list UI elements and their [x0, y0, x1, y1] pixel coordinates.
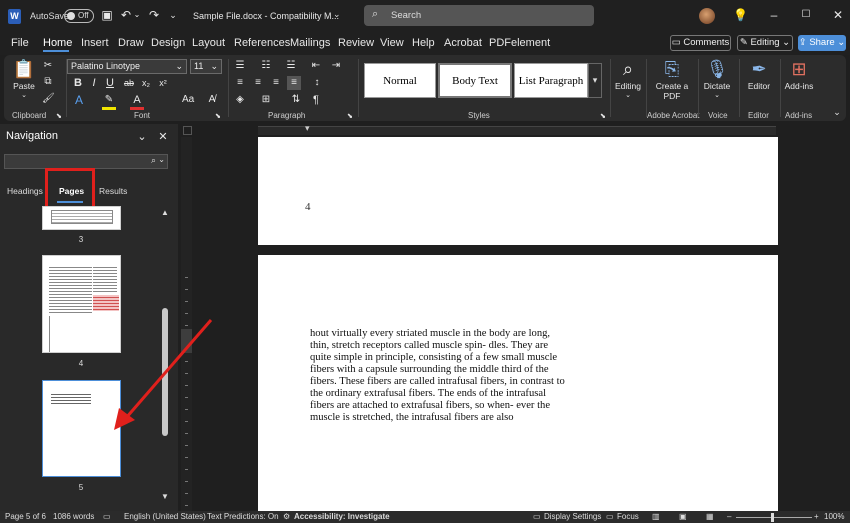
read-mode-icon[interactable]: ▥ [652, 512, 660, 521]
annotation-arrow [114, 319, 213, 430]
display-settings-icon: ▭ [533, 512, 541, 521]
status-bar: Page 5 of 6 1086 words ▭ English (United… [0, 511, 850, 523]
zoom-out-icon[interactable]: – [727, 512, 731, 521]
word-count-status[interactable]: 1086 words [53, 512, 94, 521]
focus-button[interactable]: Focus [617, 512, 639, 521]
accessibility-status[interactable]: Accessibility: Investigate [294, 512, 390, 521]
zoom-slider-thumb[interactable] [771, 513, 774, 522]
page-count-status[interactable]: Page 5 of 6 [5, 512, 46, 521]
focus-icon: ▭ [606, 512, 614, 521]
text-predictions-status[interactable]: Text Predictions: On [207, 512, 279, 521]
proofing-icon[interactable]: ▭ [103, 512, 111, 521]
display-settings-button[interactable]: Display Settings [544, 512, 601, 521]
language-status[interactable]: English (United States) [124, 512, 206, 521]
zoom-level[interactable]: 100% [824, 512, 844, 521]
accessibility-icon: ⚙ [283, 512, 291, 521]
zoom-slider[interactable] [736, 517, 812, 518]
arrow-shaft [124, 319, 213, 419]
web-layout-icon[interactable]: ▦ [706, 512, 714, 521]
print-layout-icon[interactable]: ▣ [679, 512, 687, 521]
zoom-in-icon[interactable]: + [814, 512, 819, 521]
